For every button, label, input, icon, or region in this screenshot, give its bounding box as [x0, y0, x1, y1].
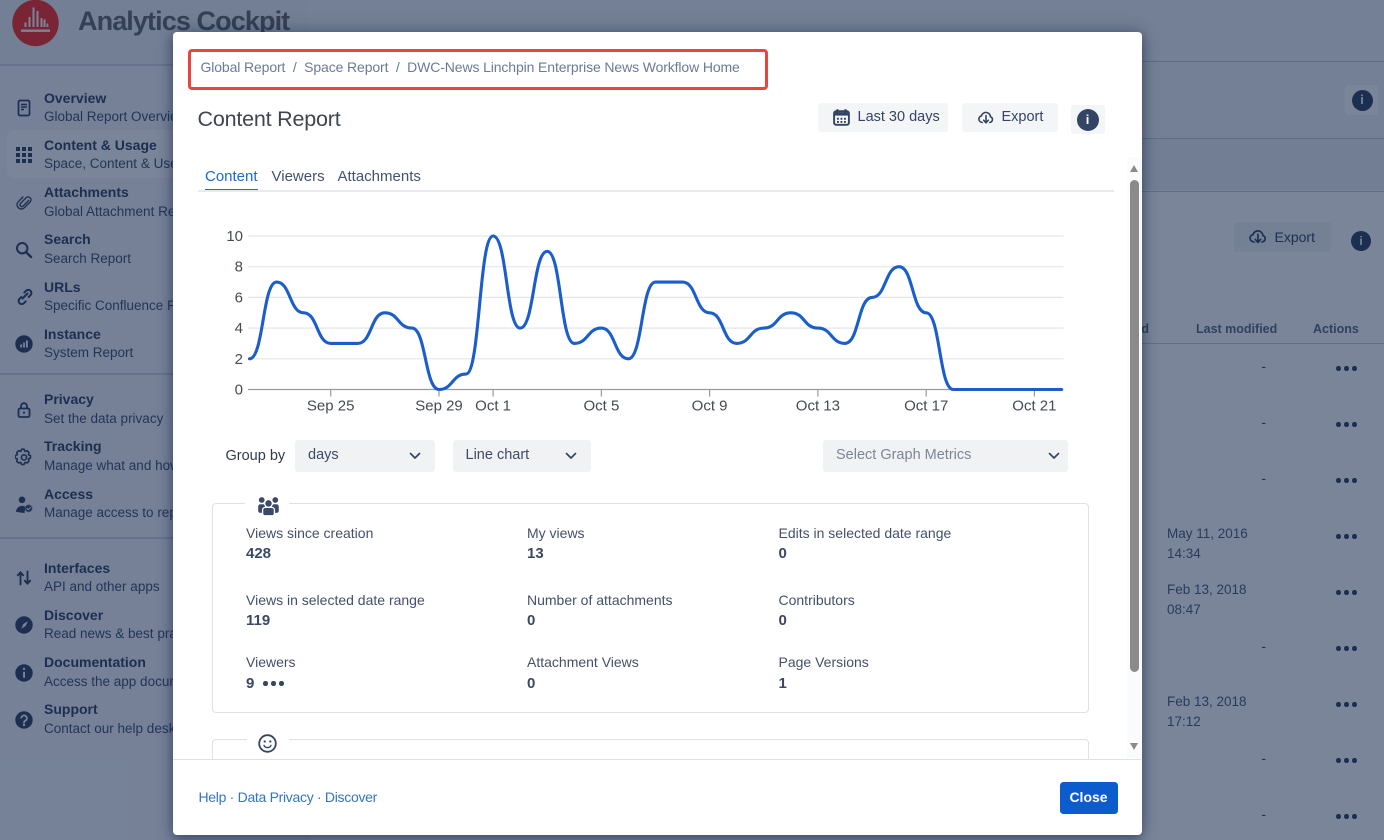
- svg-text:0: 0: [234, 381, 242, 398]
- svg-text:2: 2: [234, 350, 242, 367]
- svg-text:Oct 1: Oct 1: [475, 397, 511, 414]
- svg-text:Oct 5: Oct 5: [583, 397, 619, 414]
- svg-text:4: 4: [234, 320, 242, 337]
- svg-text:Oct 9: Oct 9: [691, 397, 727, 414]
- svg-text:Sep 29: Sep 29: [415, 397, 463, 414]
- svg-text:Oct 17: Oct 17: [904, 397, 948, 414]
- svg-text:10: 10: [226, 228, 243, 245]
- svg-text:6: 6: [234, 289, 242, 306]
- svg-text:Oct 13: Oct 13: [795, 397, 839, 414]
- svg-text:Sep 25: Sep 25: [306, 397, 354, 414]
- svg-text:Oct 21: Oct 21: [1012, 397, 1056, 414]
- svg-text:8: 8: [234, 258, 242, 275]
